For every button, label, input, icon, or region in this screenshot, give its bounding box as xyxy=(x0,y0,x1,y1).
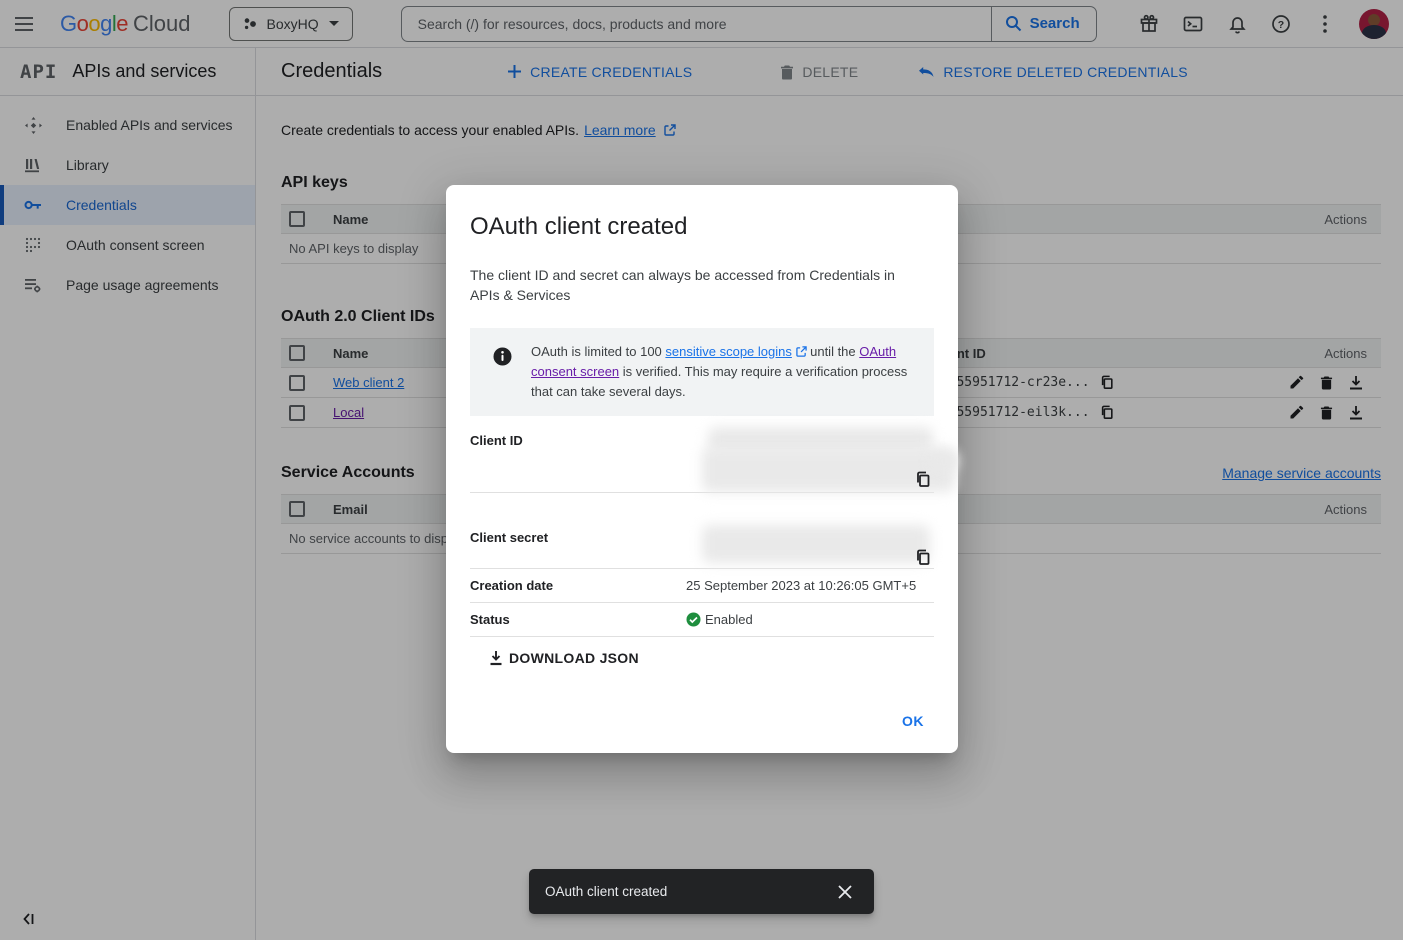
creation-date-label: Creation date xyxy=(470,569,686,602)
dialog-title: OAuth client created xyxy=(470,185,934,241)
status-label: Status xyxy=(470,603,686,636)
download-icon xyxy=(489,650,503,666)
close-icon[interactable] xyxy=(832,879,858,905)
dialog-description: The client ID and secret can always be a… xyxy=(470,265,910,305)
snackbar: OAuth client created xyxy=(529,869,874,914)
download-json-button[interactable]: DOWNLOAD JSON xyxy=(483,646,645,670)
creation-date-row: Creation date 25 September 2023 at 10:26… xyxy=(470,569,934,603)
sensitive-scope-logins-link[interactable]: sensitive scope logins xyxy=(665,344,791,359)
oauth-created-dialog: OAuth client created The client ID and s… xyxy=(446,185,958,753)
redaction-blur xyxy=(702,525,930,563)
client-secret-row: Client secret xyxy=(470,521,934,569)
oauth-limit-notice: OAuth is limited to 100 sensitive scope … xyxy=(470,328,934,416)
client-details: Client ID Client secret Creation date 25… xyxy=(470,424,934,637)
info-icon xyxy=(492,346,513,402)
check-circle-icon xyxy=(686,612,701,627)
notice-middle: until the xyxy=(807,344,860,359)
redaction-blur xyxy=(930,452,958,470)
copy-client-id-icon[interactable] xyxy=(915,471,931,488)
spacer-row xyxy=(470,493,934,521)
copy-client-secret-icon[interactable] xyxy=(915,549,931,566)
creation-date-value: 25 September 2023 at 10:26:05 GMT+5 xyxy=(686,569,934,602)
snackbar-message: OAuth client created xyxy=(545,884,667,899)
status-badge: Enabled xyxy=(705,612,753,627)
notice-text: OAuth is limited to 100 sensitive scope … xyxy=(531,342,920,402)
notice-prefix: OAuth is limited to 100 xyxy=(531,344,665,359)
client-id-label: Client ID xyxy=(470,424,686,492)
client-secret-label: Client secret xyxy=(470,521,686,568)
status-row: Status Enabled xyxy=(470,603,934,637)
ok-button[interactable]: OK xyxy=(892,705,934,737)
download-json-label: DOWNLOAD JSON xyxy=(509,650,639,666)
external-link-icon xyxy=(796,346,807,357)
client-id-row: Client ID xyxy=(470,424,934,493)
